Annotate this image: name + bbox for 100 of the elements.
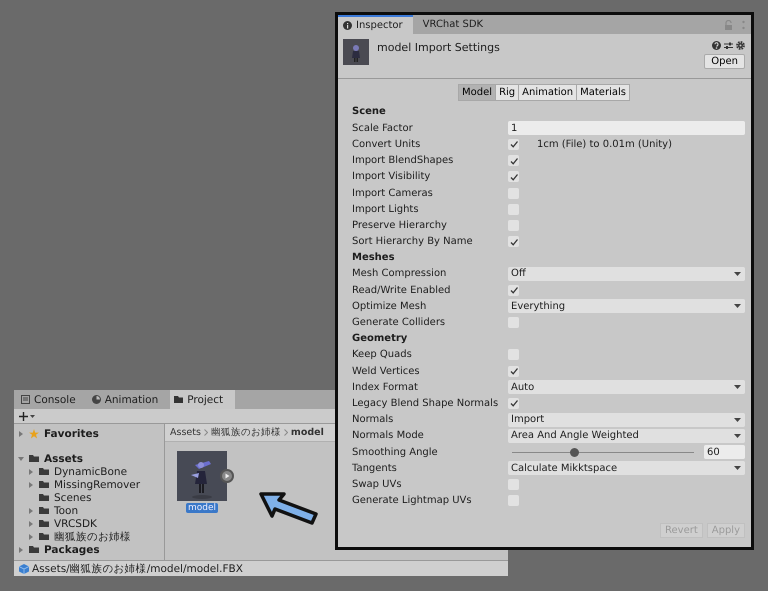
tree-item[interactable]: DynamicBone <box>54 466 128 478</box>
check-icon <box>508 172 518 182</box>
open-button[interactable]: Open <box>704 54 745 69</box>
dropdown[interactable]: Everything <box>508 299 745 314</box>
setting-label: Scale Factor <box>352 122 414 134</box>
setting-label: Convert Units <box>352 138 422 150</box>
check-icon <box>508 139 518 150</box>
settings-icon <box>736 41 745 50</box>
dropdown[interactable]: Import <box>508 412 745 427</box>
checkbox[interactable] <box>508 204 519 215</box>
setting-label: Generate Lightmap UVs <box>352 495 473 506</box>
chevron-icon <box>284 429 288 436</box>
setting-label: Weld Vertices <box>352 366 421 377</box>
asset-path: Assets/幽狐族のお姉様/model/model.FBX <box>32 562 243 576</box>
checkbox[interactable] <box>508 220 519 231</box>
add-button[interactable] <box>19 412 35 420</box>
setting-label: Read/Write Enabled <box>352 284 452 296</box>
setting-label: Sort Hierarchy By Name <box>352 236 474 248</box>
number-field[interactable]: 60 <box>704 445 745 460</box>
setting-label: Index Format <box>352 382 419 393</box>
tree-item[interactable]: VRCSDK <box>54 518 97 530</box>
checkbox[interactable] <box>508 495 519 506</box>
setting-label: Mesh Compression <box>352 268 448 280</box>
cube-icon <box>19 564 29 574</box>
text-field[interactable]: 1 <box>508 121 745 136</box>
breadcrumb-item[interactable]: model <box>290 427 324 438</box>
checkbox[interactable] <box>508 236 519 248</box>
lock-icon <box>724 20 733 30</box>
help-icon <box>712 41 721 50</box>
setting-label: Keep Quads <box>352 349 413 360</box>
console-icon <box>21 395 30 404</box>
checkbox[interactable] <box>508 317 519 328</box>
chevron-icon <box>204 429 208 436</box>
asset-label[interactable]: model <box>186 503 218 513</box>
setting-label: Swap UVs <box>352 478 403 490</box>
checkbox[interactable] <box>508 366 519 377</box>
setting-label: Import BlendShapes <box>352 155 454 166</box>
setting-label: Generate Colliders <box>352 317 446 328</box>
setting-label: Normals Mode <box>352 430 425 442</box>
setting-label: Import Lights <box>352 204 420 215</box>
check-icon <box>508 398 518 408</box>
setting-label: Smoothing Angle <box>352 446 439 458</box>
setting-label: Import Cameras <box>352 188 434 199</box>
dropdown[interactable]: Calculate Mikktspace <box>508 461 745 476</box>
check-icon <box>508 156 518 166</box>
setting-label: Normals <box>352 414 394 426</box>
check-icon <box>508 285 518 296</box>
caret-icon <box>734 385 741 390</box>
setting-label: Legacy Blend Shape Normals <box>352 398 500 409</box>
panel-tab[interactable]: VRChat SDK <box>418 15 494 34</box>
dropdown[interactable]: Off <box>508 266 745 281</box>
checkbox[interactable] <box>508 171 519 182</box>
check-icon <box>508 236 518 247</box>
panel-tab[interactable]: Project <box>170 390 236 409</box>
check-icon <box>508 366 518 376</box>
tree-item[interactable]: Favorites <box>44 428 99 440</box>
setting-label: Preserve Hierarchy <box>352 220 448 231</box>
dropdown[interactable]: Auto <box>508 380 745 394</box>
importer-tab[interactable]: Animation <box>518 84 578 101</box>
section-heading: Meshes <box>352 250 396 265</box>
header-title: model Import Settings <box>377 41 500 56</box>
caret-icon <box>734 434 741 438</box>
panel-tab[interactable]: Animation <box>88 390 170 409</box>
setting-label: Tangents <box>352 462 398 474</box>
folder-icon <box>174 395 184 404</box>
dropdown[interactable]: Area And Angle Weighted <box>508 428 745 443</box>
checkbox[interactable] <box>508 138 519 150</box>
caret-icon <box>734 466 741 470</box>
info-icon <box>343 21 352 30</box>
panel-tab[interactable]: Console <box>17 390 88 409</box>
tree-item[interactable]: Assets <box>44 452 84 464</box>
section-heading: Scene <box>352 105 387 119</box>
panel-tab[interactable]: Inspector <box>338 15 413 34</box>
sliders-icon <box>724 41 733 50</box>
plus-icon <box>19 412 28 420</box>
tree-item[interactable]: Packages <box>44 544 100 556</box>
caret-icon <box>30 414 35 418</box>
setting-note: 1cm (File) to 0.01m (Unity) <box>537 138 672 150</box>
importer-tab[interactable]: Model <box>458 84 496 101</box>
slider-thumb[interactable] <box>570 448 579 457</box>
checkbox[interactable] <box>508 284 519 296</box>
importer-tab[interactable]: Rig <box>495 84 520 101</box>
breadcrumb-item[interactable]: 幽狐族のお姉様 <box>210 426 281 439</box>
caret-icon <box>734 272 741 276</box>
play-icon <box>220 469 234 483</box>
tree-item[interactable]: Scenes <box>54 492 92 504</box>
checkbox[interactable] <box>508 478 519 490</box>
caret-icon <box>734 418 741 422</box>
tree-item[interactable]: MissingRemover <box>54 478 140 490</box>
breadcrumb-item[interactable]: Assets <box>170 427 201 438</box>
tree-item[interactable]: Toon <box>54 504 78 516</box>
setting-label: Optimize Mesh <box>352 300 428 312</box>
checkbox[interactable] <box>508 188 519 199</box>
setting-label: Import Visibility <box>352 171 432 182</box>
checkbox[interactable] <box>508 398 519 409</box>
importer-tab[interactable]: Materials <box>576 84 630 101</box>
tree-item[interactable]: 幽狐族のお姉様 <box>54 530 131 544</box>
checkbox[interactable] <box>508 349 519 360</box>
checkbox[interactable] <box>508 155 519 166</box>
star-icon <box>29 428 39 438</box>
